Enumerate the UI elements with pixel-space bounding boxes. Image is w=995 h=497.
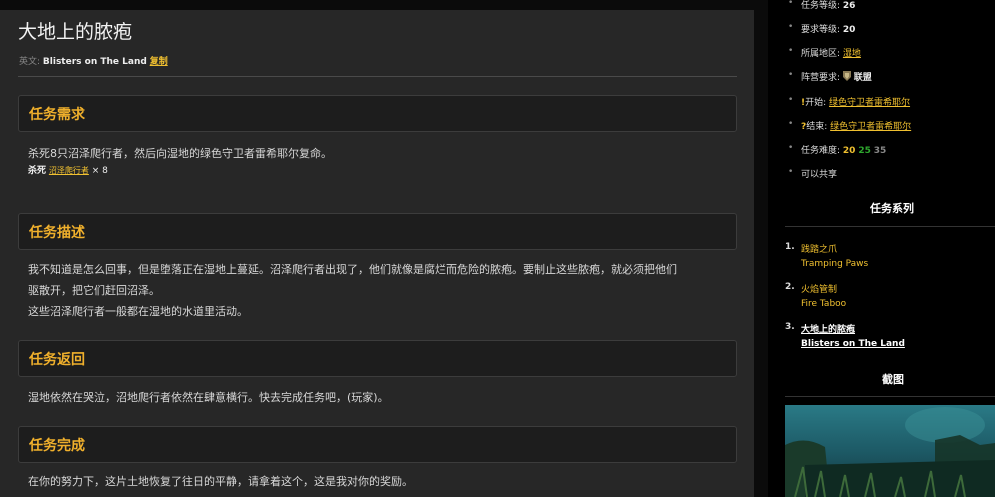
start-npc-link[interactable]: 绿色守卫者雷希耶尔 <box>829 98 910 108</box>
complete-header: 任务完成 <box>18 426 737 463</box>
shareable-text: 可以共享 <box>801 170 838 180</box>
kill-label: 杀死 <box>28 166 47 176</box>
bullet: • <box>788 46 794 56</box>
series-name-en[interactable]: Tramping Paws <box>801 259 868 269</box>
copy-link[interactable]: 复制 <box>150 57 168 67</box>
description-line: 这些沼泽爬行者一般都在湿地的水道里活动。 <box>28 305 248 318</box>
kill-target-link[interactable]: 沼泽爬行者 <box>49 166 89 175</box>
description-header: 任务描述 <box>18 213 737 250</box>
series-name-en[interactable]: Fire Taboo <box>801 299 846 309</box>
required-level-value: 20 <box>842 25 856 35</box>
bullet: • <box>788 70 794 80</box>
return-header: 任务返回 <box>18 340 737 377</box>
series-number: 2. <box>785 282 795 292</box>
description-text: 我不知道是怎么回事，但是堕落正在湿地上蔓延。沼泽爬行者出现了，他们就像是腐烂而危… <box>28 259 738 322</box>
difficulty-yellow: 20 <box>842 146 856 156</box>
requirements-text: 杀死8只沼泽爬行者，然后向湿地的绿色守卫者雷希耶尔复命。 <box>28 147 332 160</box>
divider <box>785 396 995 397</box>
faction-value: 联盟 <box>853 73 872 83</box>
english-name-row: 英文: Blisters on The Land 复制 <box>19 54 168 67</box>
series-name-zh[interactable]: 火焰管制 <box>801 282 837 295</box>
alliance-shield-icon <box>842 71 851 81</box>
difficulty-green: 25 <box>858 146 871 156</box>
return-text: 湿地依然在哭泣，沼地爬行者依然在肆意横行。快去完成任务吧，(玩家)。 <box>28 391 389 404</box>
return-heading: 任务返回 <box>29 352 85 368</box>
quest-main-panel <box>0 10 754 497</box>
screenshot-heading: 截图 <box>882 373 904 386</box>
quest-level-value: 26 <box>842 1 856 11</box>
description-line: 我不知道是怎么回事，但是堕落正在湿地上蔓延。沼泽爬行者出现了，他们就像是腐烂而危… <box>28 263 677 276</box>
bullet: • <box>788 95 794 105</box>
page-title: 大地上的脓疱 <box>18 21 133 43</box>
bullet: • <box>788 143 794 153</box>
bullet: • <box>788 167 794 177</box>
info-label: 任务等级: <box>801 1 841 11</box>
requirements-header: 任务需求 <box>18 95 737 132</box>
divider <box>785 226 995 227</box>
divider <box>18 76 737 77</box>
bullet: • <box>788 119 794 129</box>
series-name-zh[interactable]: 践踏之爪 <box>801 242 837 255</box>
series-number: 1. <box>785 242 795 252</box>
complete-text: 在你的努力下，这片土地恢复了往日的平静，请拿着这个，这是我对你的奖励。 <box>28 475 413 488</box>
series-number: 3. <box>785 322 795 332</box>
info-label: 开始: <box>805 98 827 108</box>
screenshot-image <box>785 405 995 497</box>
end-npc-link[interactable]: 绿色守卫者雷希耶尔 <box>830 122 911 132</box>
series-name-zh[interactable]: 大地上的脓疱 <box>801 322 855 335</box>
info-label: 结束: <box>806 122 828 132</box>
info-label: 任务难度: <box>801 146 841 156</box>
difficulty-gray: 35 <box>873 146 887 156</box>
description-heading: 任务描述 <box>29 225 85 241</box>
series-heading: 任务系列 <box>870 202 914 215</box>
english-name: Blisters on The Land <box>42 57 147 67</box>
description-line: 驱散开，把它们赶回沼泽。 <box>28 284 160 297</box>
complete-heading: 任务完成 <box>29 438 85 454</box>
zone-link[interactable]: 湿地 <box>843 49 861 59</box>
bullet: • <box>788 22 794 32</box>
info-label: 要求等级: <box>801 25 841 35</box>
kill-objective: 杀死 沼泽爬行者 × 8 <box>28 163 108 176</box>
bullet: • <box>788 0 794 8</box>
info-label: 所属地区: <box>801 49 841 59</box>
english-label: 英文: <box>19 57 41 67</box>
quest-screenshot[interactable] <box>785 405 995 497</box>
series-name-en[interactable]: Blisters on The Land <box>801 339 905 349</box>
requirements-heading: 任务需求 <box>29 107 85 123</box>
info-label: 阵营要求: <box>801 73 841 83</box>
kill-count: × 8 <box>91 166 108 176</box>
